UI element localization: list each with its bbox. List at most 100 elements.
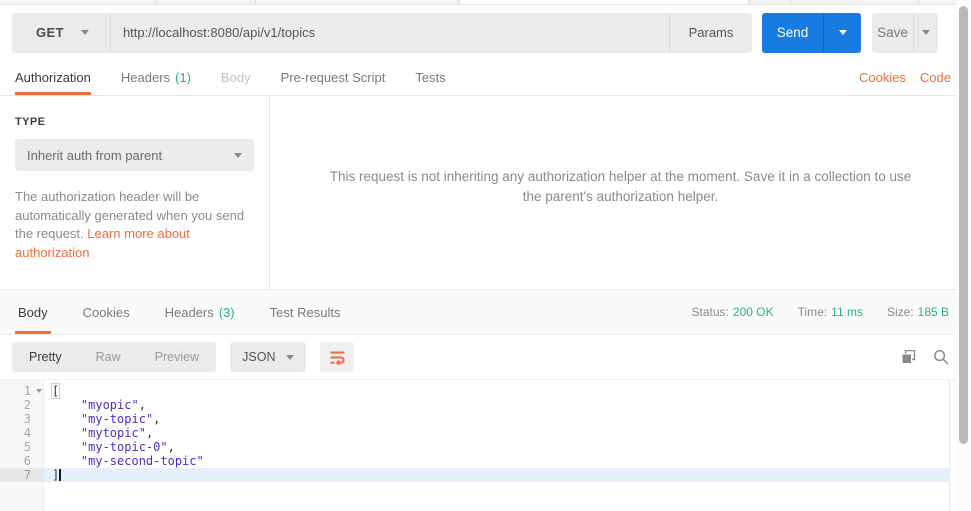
token-string: "my-topic" — [80, 412, 154, 426]
auth-type-select[interactable]: Inherit auth from parent — [15, 139, 254, 171]
request-tab-pre-request-script[interactable]: Pre-request Script — [281, 60, 386, 95]
wrap-text-button[interactable] — [320, 342, 355, 372]
format-select[interactable]: JSON — [230, 342, 307, 372]
authorization-panel: TYPE Inherit auth from parent The author… — [0, 96, 971, 290]
line-number: 6 — [23, 454, 31, 468]
tab-label: Tests — [415, 70, 446, 85]
view-raw[interactable]: Raw — [79, 342, 138, 372]
auth-help-text: The authorization header will be automat… — [15, 188, 253, 262]
request-tab-links: Cookies Code — [859, 60, 951, 95]
save-button[interactable]: Save — [872, 12, 913, 53]
app-tabs-strip — [0, 0, 956, 5]
request-url-bar: GET http://localhost:8080/api/v1/topics … — [0, 5, 971, 60]
token-string: "myopic" — [80, 398, 139, 412]
params-button[interactable]: Params — [669, 12, 752, 53]
request-tab-tests[interactable]: Tests — [415, 60, 445, 95]
code-line-5: 5 "my-topic-0", — [0, 440, 949, 454]
url-input[interactable]: http://localhost:8080/api/v1/topics — [111, 13, 669, 53]
response-tab-test-results[interactable]: Test Results — [267, 290, 344, 334]
status-value: 200 OK — [732, 305, 774, 319]
code-content: "mytopic", — [44, 426, 949, 440]
copy-button[interactable] — [901, 349, 916, 365]
response-body-editor[interactable]: 1[2 "myopic", 3 "my-topic", 4 "mytopic", 5 … — [0, 380, 950, 511]
search-button[interactable] — [933, 349, 949, 365]
token-punct: ] — [52, 468, 60, 482]
tab-separator — [748, 0, 749, 4]
code-line-3: 3 "my-topic", — [0, 412, 949, 426]
response-toolbar: Pretty Raw Preview JSON — [0, 335, 971, 380]
active-app-tab-edge — [460, 0, 748, 4]
time-label: Time: — [797, 305, 828, 319]
code-content: ] — [44, 468, 949, 482]
send-button[interactable]: Send — [762, 12, 823, 53]
code-content: "myopic", — [44, 398, 949, 412]
view-preview[interactable]: Preview — [138, 342, 216, 372]
code-content: "my-topic-0", — [44, 440, 949, 454]
token-punct: , — [167, 440, 175, 454]
inherit-auth-message: This request is not inheriting any autho… — [329, 168, 912, 204]
cookies-link[interactable]: Cookies — [859, 70, 906, 85]
scrollbar-thumb[interactable] — [959, 6, 968, 444]
size-label: Size: — [886, 305, 914, 319]
tab-label: Headers — [164, 304, 214, 320]
tab-count-badge: (3) — [218, 304, 235, 320]
status-badge: Status: 200 OK — [692, 305, 774, 319]
chevron-down-icon — [80, 30, 89, 35]
response-tab-body[interactable]: Body — [15, 290, 51, 334]
response-tab-cookies[interactable]: Cookies — [80, 290, 133, 334]
search-icon — [934, 350, 949, 365]
copy-icon — [901, 349, 916, 364]
tab-separator — [155, 0, 156, 4]
size-badge: Size: 185 B — [887, 305, 949, 319]
toolbar-icons — [901, 349, 949, 365]
method-label: GET — [36, 25, 64, 40]
chevron-down-icon — [286, 354, 295, 360]
save-button-group: Save — [872, 12, 938, 53]
code-line-1: 1[ — [0, 384, 949, 398]
code-line-2: 2 "myopic", — [0, 398, 949, 412]
response-tabs: Body Cookies Headers (3) Test Results Status… — [0, 290, 971, 335]
code-line-6: 6 "my-second-topic" — [0, 454, 949, 468]
tab-separator — [459, 0, 460, 4]
fold-caret-icon[interactable] — [36, 389, 42, 393]
save-options-button[interactable] — [913, 12, 938, 53]
token-punct: , — [153, 412, 161, 426]
tab-separator — [918, 0, 919, 4]
send-button-group: Send — [762, 12, 861, 53]
request-tab-headers[interactable]: Headers (1) — [121, 60, 191, 95]
tab-label: Cookies — [82, 304, 130, 320]
line-number: 5 — [23, 440, 31, 454]
auth-message-area: This request is not inheriting any autho… — [270, 96, 971, 289]
response-meta: Status: 200 OK Time: 11 ms Size: 185 B — [692, 290, 949, 334]
tab-label: Test Results — [269, 304, 341, 320]
response-tab-headers[interactable]: Headers (3) — [162, 290, 238, 334]
line-number: 4 — [23, 426, 31, 440]
auth-type-column: TYPE Inherit auth from parent The author… — [0, 96, 270, 289]
tab-count-badge: (1) — [175, 70, 191, 85]
request-tab-authorization[interactable]: Authorization — [15, 60, 91, 95]
tab-label: Authorization — [15, 70, 91, 85]
line-number: 3 — [23, 412, 31, 426]
token-string: "my-topic-0" — [80, 440, 168, 454]
type-label: TYPE — [15, 116, 46, 128]
token-bracket: [ — [52, 384, 60, 398]
method-dropdown[interactable]: GET — [12, 12, 111, 53]
time-badge: Time: 11 ms — [798, 305, 863, 319]
status-label: Status: — [691, 305, 729, 319]
send-options-button[interactable] — [823, 12, 861, 53]
window-scrollbar[interactable] — [956, 0, 971, 511]
token-string: "mytopic" — [80, 426, 146, 440]
code-link[interactable]: Code — [920, 70, 951, 85]
chevron-down-icon — [234, 152, 242, 158]
token-string: "my-second-topic" — [80, 454, 204, 468]
size-value: 185 B — [917, 305, 949, 319]
tab-label: Pre-request Script — [280, 70, 386, 85]
code-content: "my-topic", — [44, 412, 949, 426]
wrap-text-icon — [330, 351, 345, 365]
request-tab-body[interactable]: Body — [221, 60, 251, 95]
view-pretty[interactable]: Pretty — [12, 342, 79, 372]
